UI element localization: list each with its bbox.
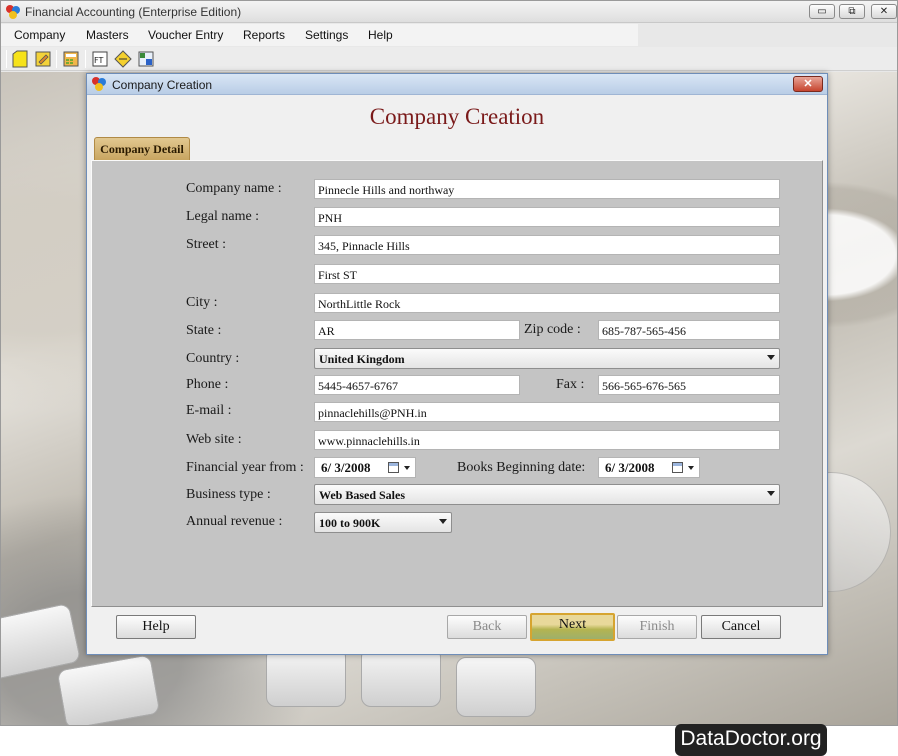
ledger-icon[interactable]: FT (91, 50, 109, 68)
zip-code-input[interactable]: 685-787-565-456 (598, 320, 780, 340)
company-creation-dialog: Company Creation ✕ Company Creation Comp… (86, 73, 828, 655)
background-keyboard-key (361, 647, 441, 707)
title-bar: Financial Accounting (Enterprise Edition… (1, 1, 897, 23)
menu-bar: Company Masters Voucher Entry Reports Se… (1, 24, 638, 46)
chevron-down-icon[interactable] (688, 466, 694, 470)
tab-company-detail[interactable]: Company Detail (94, 137, 190, 160)
toolbar-separator (85, 50, 86, 68)
zip-code-label: Zip code : (524, 322, 581, 337)
balance-icon[interactable] (114, 50, 132, 68)
country-select-value: United Kingdom (319, 352, 405, 366)
financial-year-from-value: 6/ 3/2008 (321, 460, 371, 475)
annual-revenue-select-value: 100 to 900K (319, 516, 381, 530)
phone-label: Phone : (186, 377, 229, 392)
menu-help[interactable]: Help (368, 28, 393, 42)
street-line2-input[interactable]: First ST (314, 264, 780, 284)
chevron-down-icon (439, 519, 447, 524)
country-select[interactable]: United Kingdom (314, 348, 780, 369)
fax-label: Fax : (556, 377, 585, 392)
business-type-label: Business type : (186, 487, 271, 502)
chevron-down-icon (767, 491, 775, 496)
svg-text:FT: FT (94, 56, 103, 65)
state-label: State : (186, 323, 222, 338)
app-logo-icon (6, 5, 20, 19)
app-window: Financial Accounting (Enterprise Edition… (0, 0, 898, 726)
next-button[interactable]: Next (530, 613, 615, 641)
datadoctor-watermark: DataDoctor.org (675, 724, 827, 756)
menu-voucher-entry[interactable]: Voucher Entry (148, 28, 223, 42)
financial-year-from-date[interactable]: 6/ 3/2008 (314, 457, 416, 478)
menu-reports[interactable]: Reports (243, 28, 285, 42)
background-keyboard-key (56, 654, 161, 725)
toolbar-separator (56, 50, 57, 68)
close-button[interactable]: ✕ (871, 4, 897, 19)
back-button[interactable]: Back (447, 615, 527, 639)
books-beginning-date[interactable]: 6/ 3/2008 (598, 457, 700, 478)
dialog-title-bar: Company Creation ✕ (87, 74, 827, 95)
business-type-select[interactable]: Web Based Sales (314, 484, 780, 505)
dialog-logo-icon (92, 77, 106, 91)
calendar-icon[interactable] (672, 462, 683, 473)
help-button[interactable]: Help (116, 615, 196, 639)
books-beginning-date-label: Books Beginning date: (457, 460, 586, 475)
toolbar-separator (6, 50, 7, 68)
dialog-title: Company Creation (112, 78, 213, 92)
email-input[interactable]: pinnaclehills@PNH.in (314, 402, 780, 422)
annual-revenue-label: Annual revenue : (186, 514, 283, 529)
street-label: Street : (186, 237, 227, 252)
dialog-close-button[interactable]: ✕ (793, 76, 823, 92)
fax-input[interactable]: 566-565-676-565 (598, 375, 780, 395)
books-beginning-date-value: 6/ 3/2008 (605, 460, 655, 475)
state-input[interactable]: AR (314, 320, 520, 340)
calendar-icon[interactable] (388, 462, 399, 473)
dialog-heading: Company Creation (369, 104, 545, 129)
menu-company[interactable]: Company (14, 28, 65, 42)
window-title: Financial Accounting (Enterprise Edition… (25, 5, 242, 19)
company-name-input[interactable]: Pinnecle Hills and northway (314, 179, 780, 199)
background-keyboard-key (456, 657, 536, 717)
business-type-select-value: Web Based Sales (319, 488, 406, 502)
toolbar: FT (1, 47, 897, 71)
open-company-icon[interactable] (34, 50, 52, 68)
city-input[interactable]: NorthLittle Rock (314, 293, 780, 313)
maximize-button[interactable]: ⧉ (839, 4, 865, 19)
email-label: E-mail : (186, 403, 232, 418)
country-label: Country : (186, 351, 240, 366)
cancel-button[interactable]: Cancel (701, 615, 781, 639)
chevron-down-icon[interactable] (404, 466, 410, 470)
company-name-label: Company name : (186, 181, 282, 196)
legal-name-label: Legal name : (186, 209, 260, 224)
legal-name-input[interactable]: PNH (314, 207, 780, 227)
annual-revenue-select[interactable]: 100 to 900K (314, 512, 452, 533)
menu-settings[interactable]: Settings (305, 28, 348, 42)
background-keyboard-key (266, 647, 346, 707)
city-label: City : (186, 295, 218, 310)
menu-masters[interactable]: Masters (86, 28, 129, 42)
new-company-icon[interactable] (11, 50, 29, 68)
street-line1-input[interactable]: 345, Pinnacle Hills (314, 235, 780, 255)
financial-year-from-label: Financial year from : (186, 460, 304, 475)
report-grid-icon[interactable] (137, 50, 155, 68)
minimize-button[interactable]: ▭ (809, 4, 835, 19)
website-label: Web site : (186, 432, 242, 447)
calculator-icon[interactable] (62, 50, 80, 68)
website-input[interactable]: www.pinnaclehills.in (314, 430, 780, 450)
company-detail-panel: Company name : Pinnecle Hills and northw… (91, 160, 823, 607)
finish-button[interactable]: Finish (617, 615, 697, 639)
phone-input[interactable]: 5445-4657-6767 (314, 375, 520, 395)
chevron-down-icon (767, 355, 775, 360)
